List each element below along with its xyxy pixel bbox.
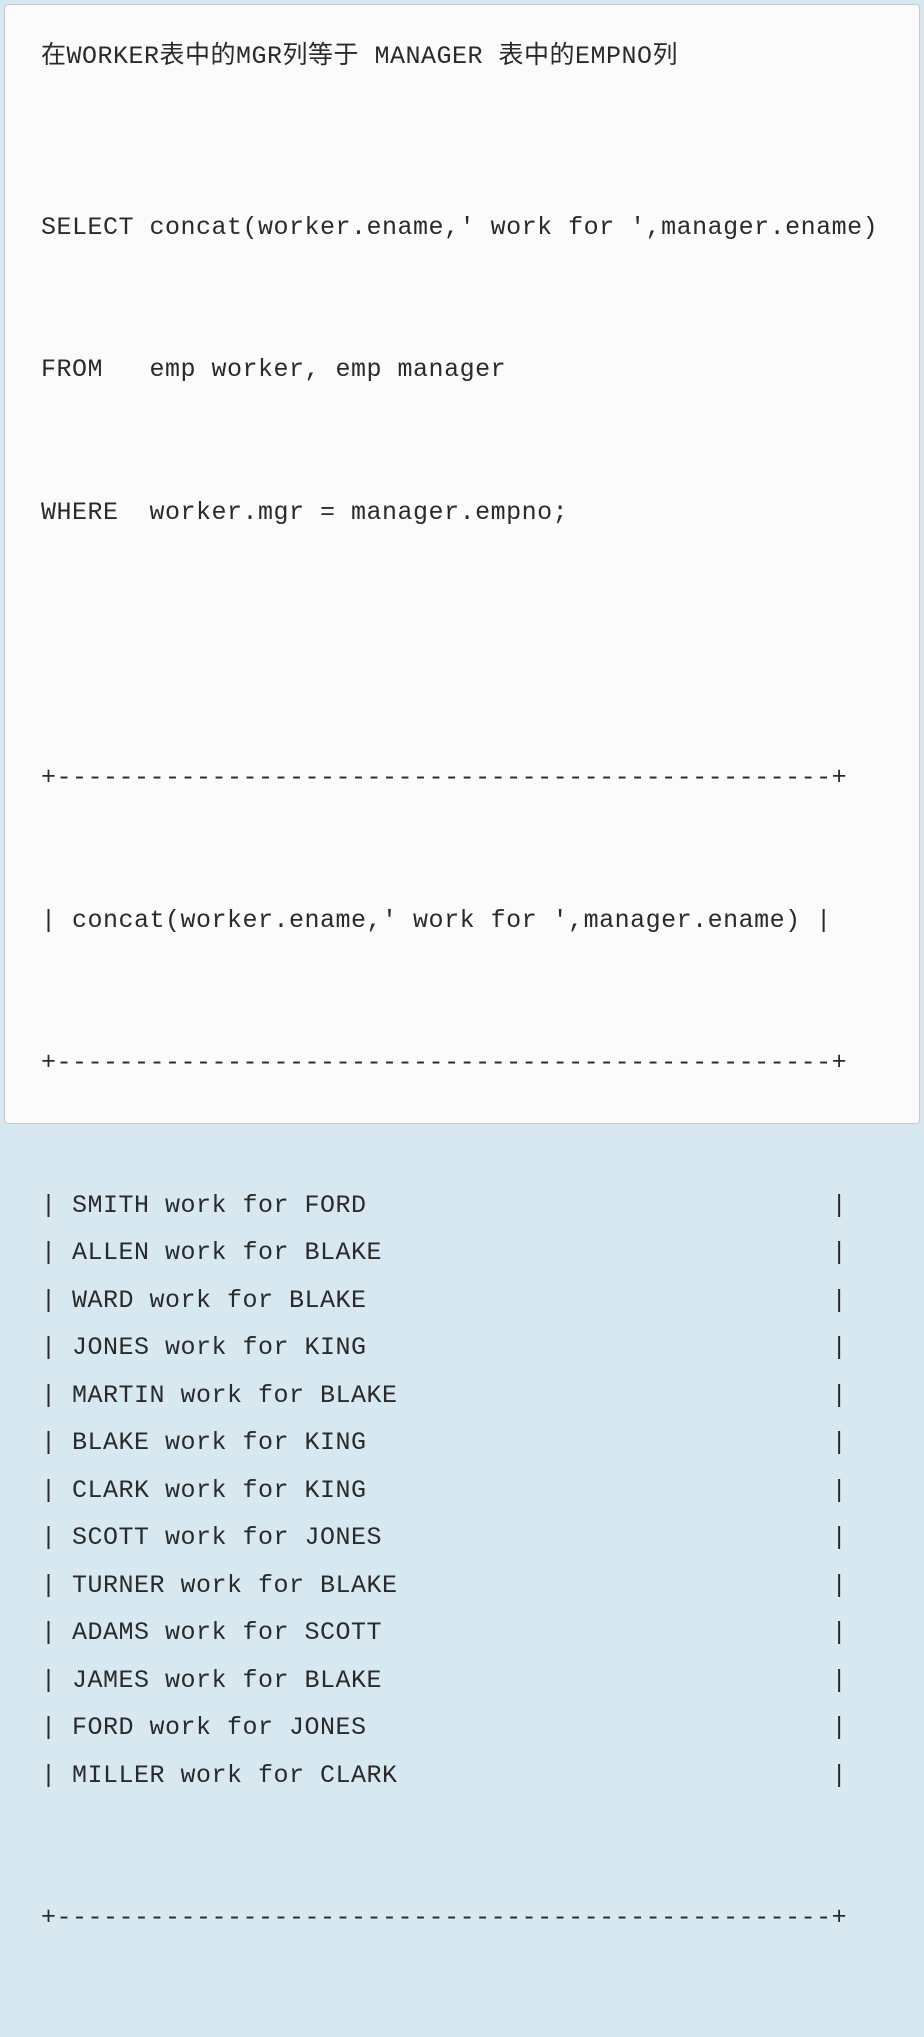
table-header-row: | concat(worker.ename,' work for ',manag…: [41, 897, 883, 945]
table-border-bottom: +---------------------------------------…: [41, 1894, 883, 1942]
sql-line-1: SELECT concat(worker.ename,' work for ',…: [41, 204, 883, 252]
sql-line-3: WHERE worker.mgr = manager.empno;: [41, 489, 883, 537]
table-row: | BLAKE work for KING |: [41, 1419, 883, 1467]
table-row: | MILLER work for CLARK |: [41, 1752, 883, 1800]
table-row: | MARTIN work for BLAKE |: [41, 1372, 883, 1420]
sql-output-panel: 在WORKER表中的MGR列等于 MANAGER 表中的EMPNO列 SELEC…: [4, 4, 920, 1124]
table-row: | JAMES work for BLAKE |: [41, 1657, 883, 1705]
table-row: | SCOTT work for JONES |: [41, 1514, 883, 1562]
table-border-mid: +---------------------------------------…: [41, 1039, 883, 1087]
table-rows-container: | SMITH work for FORD || ALLEN work for …: [41, 1182, 883, 1800]
sql-query-block: SELECT concat(worker.ename,' work for ',…: [41, 109, 883, 632]
sql-line-2: FROM emp worker, emp manager: [41, 346, 883, 394]
table-row: | ADAMS work for SCOTT |: [41, 1609, 883, 1657]
description-text: 在WORKER表中的MGR列等于 MANAGER 表中的EMPNO列: [41, 33, 883, 81]
table-border-top: +---------------------------------------…: [41, 754, 883, 802]
table-row: | ALLEN work for BLAKE |: [41, 1229, 883, 1277]
result-table: +---------------------------------------…: [41, 659, 883, 2037]
table-row: | FORD work for JONES |: [41, 1704, 883, 1752]
table-row: | SMITH work for FORD |: [41, 1182, 883, 1230]
table-row: | CLARK work for KING |: [41, 1467, 883, 1515]
table-row: | WARD work for BLAKE |: [41, 1277, 883, 1325]
table-row: | TURNER work for BLAKE |: [41, 1562, 883, 1610]
table-row: | JONES work for KING |: [41, 1324, 883, 1372]
